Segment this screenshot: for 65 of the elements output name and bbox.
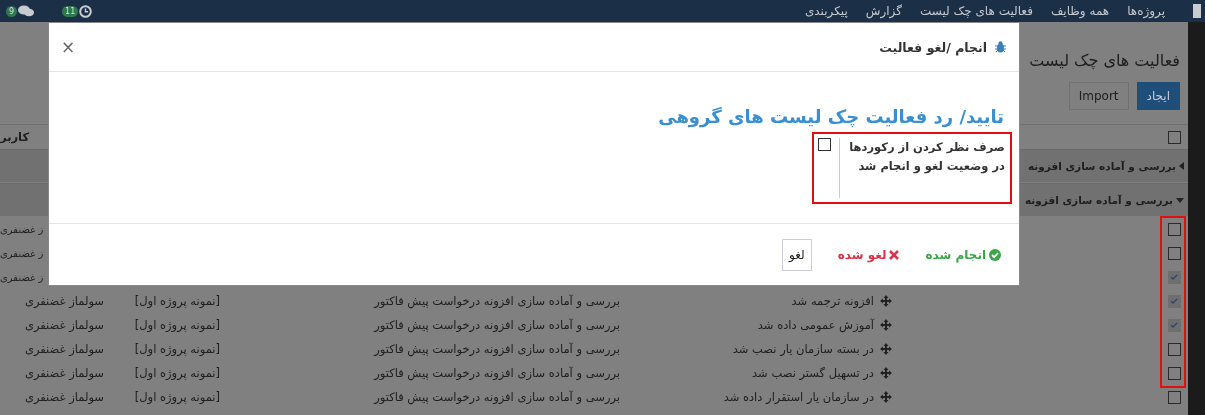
table-cell: سولماز غضنفری bbox=[24, 318, 104, 332]
nav-link[interactable]: گزارش bbox=[865, 4, 902, 18]
table-cell: سولماز غضنفری bbox=[24, 342, 104, 356]
row-checkbox[interactable] bbox=[1167, 318, 1181, 332]
select-all-checkbox[interactable] bbox=[1167, 130, 1181, 144]
table-cell: در بسته سازمان یار نصب شد bbox=[732, 342, 874, 356]
row-checkbox[interactable] bbox=[1167, 246, 1181, 260]
row-checkbox[interactable] bbox=[1167, 366, 1181, 380]
row-checkbox[interactable] bbox=[1167, 222, 1181, 236]
check-icon bbox=[1170, 298, 1178, 304]
table-cell: در تسهیل گستر نصب شد bbox=[752, 366, 874, 380]
check-icon bbox=[1170, 322, 1178, 328]
table-cell: ز غضنفری bbox=[0, 271, 44, 283]
count-badge: 9 bbox=[6, 5, 18, 17]
cancel-button[interactable]: لغو bbox=[782, 238, 812, 271]
group-label: بررسی و آماده سازی افزونه bbox=[1027, 160, 1176, 172]
table-cell: ز غضنفری bbox=[0, 247, 44, 259]
table-cell: ز غضنفری bbox=[0, 223, 44, 235]
move-icon[interactable] bbox=[880, 367, 892, 379]
row-checkbox[interactable] bbox=[1167, 342, 1181, 356]
close-button[interactable]: × bbox=[61, 37, 76, 57]
table-cell: [نمونه پروژه اول] bbox=[134, 318, 220, 332]
move-icon[interactable] bbox=[880, 343, 892, 355]
bug-icon bbox=[995, 41, 1006, 53]
check-icon bbox=[1170, 274, 1178, 280]
table-cell: [نمونه پروژه اول] bbox=[134, 390, 220, 404]
table-cell: در سازمان یار استقرار داده شد bbox=[723, 390, 874, 404]
row-checkbox[interactable] bbox=[1167, 294, 1181, 308]
toolbar-button[interactable]: Import bbox=[1068, 82, 1129, 110]
table-cell: سولماز غضنفری bbox=[24, 390, 104, 404]
table-cell: [نمونه پروژه اول] bbox=[134, 342, 220, 356]
move-icon[interactable] bbox=[880, 319, 892, 331]
table-cell: افزونه ترجمه شد bbox=[791, 294, 874, 308]
table-cell: سولماز غضنفری bbox=[24, 294, 104, 308]
table-cell: بررسی و آماده سازی افزونه درخواست پیش فاکتور bbox=[374, 294, 620, 308]
check-circle-icon bbox=[989, 248, 1001, 261]
row-checkbox[interactable] bbox=[1167, 270, 1181, 284]
clock-icon[interactable] bbox=[79, 4, 93, 18]
nav-link[interactable]: پروژه‌ها bbox=[1127, 4, 1165, 18]
cancelled-button[interactable]: لغو شده bbox=[837, 247, 900, 262]
dialog-heading: تایید/ رد فعالیت چک لیست های گروهی bbox=[657, 106, 1004, 127]
table-cell: بررسی و آماده سازی افزونه درخواست پیش فاکتور bbox=[374, 342, 620, 356]
chat-icon[interactable] bbox=[18, 5, 35, 17]
nav-link[interactable]: همه وظایف bbox=[1050, 4, 1110, 18]
table-cell: بررسی و آماده سازی افزونه درخواست پیش فاکتور bbox=[374, 366, 620, 380]
dialog-title: انجام /لغو فعالیت bbox=[879, 39, 987, 55]
close-icon bbox=[889, 249, 900, 260]
table-cell: سولماز غضنفری bbox=[24, 366, 104, 380]
count-badge: 11 bbox=[62, 5, 79, 17]
table-cell: [نمونه پروژه اول] bbox=[134, 294, 220, 308]
move-icon[interactable] bbox=[880, 391, 892, 403]
option-label: صرف نظر کردن از رکوردها در وضعیت لغو و انجام شد bbox=[848, 139, 1005, 176]
page-title: فعالیت های چک لیست bbox=[1029, 51, 1180, 70]
move-icon[interactable] bbox=[880, 295, 892, 307]
logo-icon[interactable] bbox=[1193, 3, 1201, 19]
option-checkbox[interactable] bbox=[818, 138, 831, 151]
nav-link[interactable]: پیکربندی bbox=[804, 4, 848, 18]
table-cell: بررسی و آماده سازی افزونه درخواست پیش فاکتور bbox=[374, 390, 620, 404]
nav-link[interactable]: فعالیت های چک لیست bbox=[919, 4, 1033, 18]
table-cell: آموزش عمومی داده شد bbox=[757, 318, 874, 332]
table-cell: بررسی و آماده سازی افزونه درخواست پیش فاکتور bbox=[374, 318, 620, 332]
row-checkbox[interactable] bbox=[1167, 390, 1181, 404]
table-cell: [نمونه پروژه اول] bbox=[134, 366, 220, 380]
toolbar-button[interactable]: ایجاد bbox=[1136, 82, 1180, 110]
group-label: بررسی و آماده سازی افزونه bbox=[1024, 194, 1173, 206]
